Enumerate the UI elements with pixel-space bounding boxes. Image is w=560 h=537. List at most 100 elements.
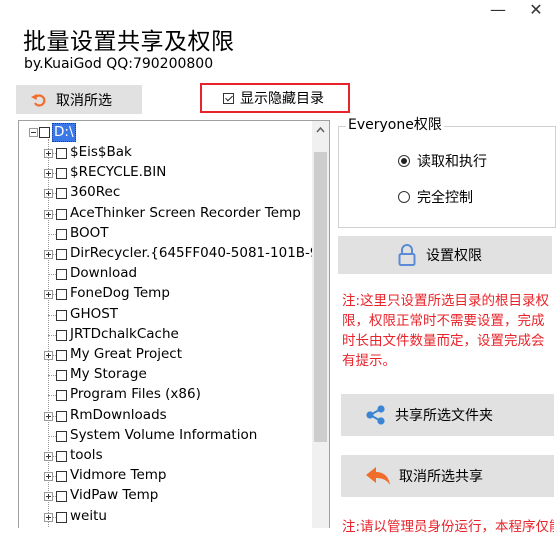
tree-item-label: RmDownloads [70,406,167,423]
share-selected-label: 共享所选文件夹 [395,408,493,424]
permissions-group [338,126,556,228]
lock-icon [398,243,416,267]
expand-toggle[interactable] [44,351,53,360]
tree-item[interactable]: weitu [19,507,319,527]
tree-item-label: FoneDog Temp [70,285,170,302]
tree-item[interactable]: VidPaw Temp [19,486,319,506]
tree-item-label: Vidmore Temp [70,467,167,484]
tree-checkbox[interactable] [56,451,67,462]
tree-checkbox[interactable] [56,430,67,442]
cancel-selection-button[interactable]: 取消所选 [16,85,142,114]
tree-item[interactable]: FoneDog Temp [19,284,319,304]
radio-read-execute[interactable]: 读取和执行 [398,151,487,171]
tree-checkbox[interactable] [56,329,67,341]
tree-item-label: GHOST [70,305,119,322]
tree-connector [48,375,56,377]
unshare-selected-label: 取消所选共享 [399,469,483,485]
author-credit: by.KuaiGod QQ:790200800 [24,56,214,72]
tree-root-label: D:\ [52,123,76,142]
radio-full-control[interactable]: 完全控制 [398,187,473,207]
tree-item-label: VidPaw Temp [70,487,159,504]
tree-item[interactable]: BOOT [19,224,319,244]
tree-item-label: Download [70,265,138,282]
expand-toggle[interactable] [44,209,53,219]
expand-toggle[interactable] [44,250,53,259]
admin-note: 注:请以管理员身份运行，本程序仅能 [342,519,554,535]
tree-item[interactable]: $Eis$Bak [19,143,319,163]
tree-item-label: BOOT [70,224,109,241]
tree-item[interactable]: System Volume Information [19,426,319,446]
tree-checkbox[interactable] [39,127,50,138]
tree-connector [48,274,56,276]
tree-checkbox[interactable] [56,148,67,159]
unshare-arrow-icon [365,465,391,487]
undo-arrow-icon [28,91,50,109]
tree-item[interactable]: tools [19,446,319,466]
tree-item-label: My Storage [70,366,147,383]
tree-item[interactable]: 360Rec [19,183,319,203]
tree-item-label: Program Files (x86) [70,386,201,403]
expand-toggle[interactable] [44,512,53,522]
set-permissions-button[interactable]: 设置权限 [338,236,552,274]
tree-checkbox[interactable] [56,188,67,200]
expand-toggle[interactable] [44,492,53,502]
share-icon [365,404,387,426]
tree-checkbox[interactable] [56,249,67,260]
radio-read-execute-label: 读取和执行 [417,154,487,170]
tree-item[interactable]: AceThinker Screen Recorder Temp [19,204,319,224]
collapse-toggle[interactable] [29,128,38,137]
folder-tree[interactable]: D:\ $Eis$Bak $RECYCLE.BIN 360Rec AceThinker… [18,120,330,528]
tree-item-label: System Volume Information [70,426,258,443]
show-hidden-checkbox[interactable] [223,92,234,104]
tree-checkbox[interactable] [56,168,67,180]
tree-item[interactable]: My Great Project [19,345,319,365]
radio-full-control-label: 完全控制 [417,190,473,206]
minimize-button[interactable]: — [489,2,507,18]
show-hidden-label: 显示隐藏目录 [240,91,324,107]
tree-item[interactable]: $RECYCLE.BIN [19,163,319,183]
close-button[interactable]: ✕ [527,2,545,18]
set-permissions-label: 设置权限 [426,248,482,264]
tree-checkbox[interactable] [56,370,67,382]
tree-item[interactable]: DirRecycler.{645FF040-5081-101B-9F08-00A… [19,244,329,264]
tree-item-label: $Eis$Bak [70,144,132,160]
tree-checkbox[interactable] [56,228,67,240]
tree-checkbox[interactable] [56,350,67,361]
radio-full-control-button[interactable] [398,191,410,203]
tree-checkbox[interactable] [56,390,67,402]
radio-read-execute-button[interactable] [398,155,410,167]
tree-checkbox[interactable] [56,491,67,503]
tree-checkbox[interactable] [56,471,67,483]
expand-toggle[interactable] [44,189,53,199]
tree-checkbox[interactable] [56,269,67,281]
expand-toggle[interactable] [44,169,53,179]
permissions-group-label: Everyone权限 [346,114,444,134]
expand-toggle[interactable] [44,149,53,158]
tree-item[interactable]: GHOST [19,305,319,325]
tree-checkbox[interactable] [56,410,67,422]
app-title: 批量设置共享及权限 [23,29,235,55]
unshare-selected-button[interactable]: 取消所选共享 [341,455,554,497]
tree-item[interactable]: Vidmore Temp [19,466,319,486]
tree-item-label: 360Rec [70,184,121,201]
tree-connector [48,395,56,397]
tree-item[interactable]: Download [19,264,319,284]
expand-toggle[interactable] [44,452,53,461]
tree-checkbox[interactable] [56,289,67,301]
tree-connector [48,334,56,336]
tree-item[interactable]: Program Files (x86) [19,385,319,405]
tree-item[interactable]: My Storage [19,365,319,385]
scroll-up-arrow[interactable] [312,121,329,138]
tree-checkbox[interactable] [56,208,67,220]
tree-checkbox[interactable] [56,309,67,321]
expand-toggle[interactable] [44,290,53,300]
tree-item-label: $RECYCLE.BIN [70,164,167,181]
tree-item[interactable]: JRTDchalkCache [19,325,319,345]
expand-toggle[interactable] [44,472,53,482]
share-selected-button[interactable]: 共享所选文件夹 [341,394,554,436]
tree-connector [48,314,56,316]
scroll-thumb[interactable] [314,152,327,442]
expand-toggle[interactable] [44,411,53,421]
tree-checkbox[interactable] [56,511,67,523]
tree-item[interactable]: RmDownloads [19,406,319,426]
